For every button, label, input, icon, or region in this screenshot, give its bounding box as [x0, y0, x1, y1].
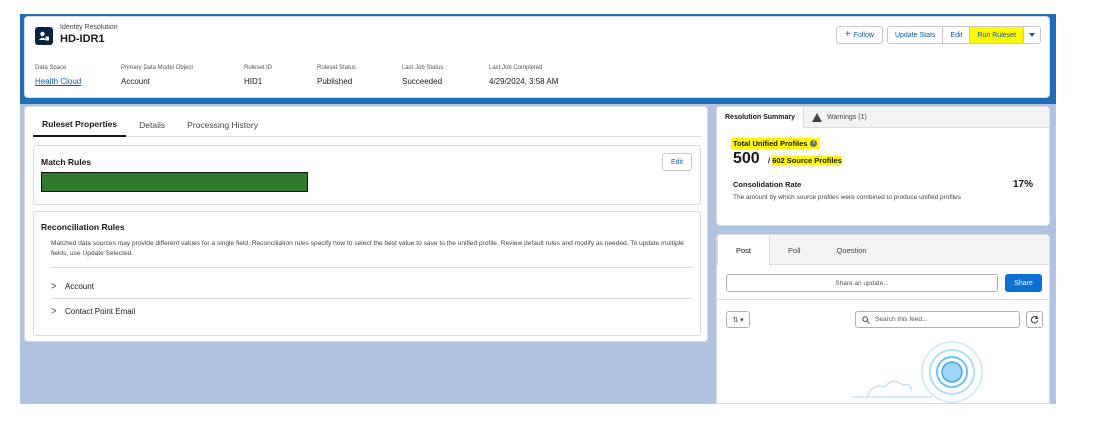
sort-dropdown[interactable]: ⇅ ▾	[726, 311, 750, 328]
accordion-label: Account	[65, 281, 94, 291]
object-type-label: Identity Resolution	[60, 24, 118, 31]
plus-icon: +	[844, 29, 851, 40]
match-rules-section: Match Rules Edit	[33, 145, 701, 205]
info-icon[interactable]: i	[810, 140, 818, 147]
tab-details[interactable]: Details	[130, 113, 174, 137]
edit-button[interactable]: Edit	[942, 26, 971, 44]
divider	[51, 267, 692, 268]
chevron-right-icon: >	[51, 305, 57, 317]
ruleset-tabs: Ruleset Properties Details Processing Hi…	[33, 113, 701, 137]
share-button[interactable]: Share	[1005, 274, 1042, 292]
divider	[717, 299, 1049, 300]
resolution-summary-card: Resolution Summary Warnings (1) Total Un…	[716, 106, 1050, 226]
data-space-link[interactable]: Health Cloud	[35, 77, 81, 86]
field-label: Ruleset Status	[317, 65, 357, 71]
source-profiles: / 602 Source Profiles	[768, 156, 842, 165]
tab-question[interactable]: Question	[819, 235, 885, 265]
record-header: Identity Resolution HD-IDR1 + Follow Upda…	[24, 16, 1050, 98]
search-feed-input[interactable]: Search this feed...	[855, 311, 1020, 328]
source-profiles-count: 602 Source Profiles	[772, 156, 842, 165]
total-label-text: Total Unified Profiles	[733, 139, 808, 148]
ruleset-main-card: Ruleset Properties Details Processing Hi…	[24, 106, 708, 342]
run-ruleset-button[interactable]: Run Ruleset	[969, 26, 1024, 44]
tab-resolution-summary[interactable]: Resolution Summary	[717, 107, 805, 128]
field-label: Primary Data Model Object	[121, 65, 194, 71]
field-label: Last Job Status	[402, 65, 444, 71]
search-icon	[862, 315, 870, 324]
tab-poll[interactable]: Poll	[770, 235, 819, 265]
consolidation-rate-value: 17%	[1012, 179, 1033, 190]
total-unified-profiles-value: 500	[733, 150, 760, 167]
chatter-feed-card: Post Poll Question Share an update... Sh…	[716, 234, 1050, 404]
record-title: HD-IDR1	[60, 33, 105, 45]
chevron-right-icon: >	[51, 280, 57, 292]
refresh-icon	[1030, 315, 1039, 324]
warning-icon	[812, 113, 823, 122]
refresh-button[interactable]	[1026, 311, 1043, 328]
empty-feed-illustration	[852, 341, 983, 403]
share-update-input[interactable]: Share an update...	[726, 274, 998, 292]
reconciliation-description: Matched data sources may provide differe…	[51, 240, 684, 257]
field-value: Account	[121, 77, 150, 86]
field-label: Data Space	[35, 65, 67, 71]
field-last-job-completed: Last Job Completed 4/29/2024, 3:58 AM	[489, 65, 558, 86]
accordion-label: Contact Point Email	[65, 306, 136, 316]
field-value: Succeeded	[402, 77, 443, 86]
reconciliation-rules-section: Reconciliation Rules Matched data source…	[33, 211, 701, 336]
update-stats-button[interactable]: Update Stats	[886, 26, 944, 44]
accordion-contact-point-email[interactable]: > Contact Point Email	[51, 305, 691, 317]
more-actions-dropdown[interactable]	[1023, 26, 1041, 44]
consolidation-description: The amount by which source profiles were…	[733, 194, 961, 201]
field-value: HID1	[244, 77, 263, 86]
tab-processing-history[interactable]: Processing History	[178, 113, 267, 137]
accordion-account[interactable]: > Account	[51, 280, 691, 292]
field-label: Ruleset ID	[244, 65, 273, 71]
tab-ruleset-properties[interactable]: Ruleset Properties	[33, 113, 127, 137]
field-primary-dmo: Primary Data Model Object Account	[121, 65, 193, 86]
follow-label: Follow	[853, 31, 874, 39]
header-actions: + Follow Update Stats Edit Run Ruleset	[835, 26, 1041, 44]
field-ruleset-status: Ruleset Status Published	[317, 65, 356, 86]
reconciliation-rules-title: Reconciliation Rules	[41, 222, 125, 232]
follow-button[interactable]: + Follow	[835, 26, 883, 44]
field-data-space: Data Space Health Cloud	[35, 65, 81, 86]
chevron-down-icon	[1029, 33, 1035, 37]
slash: /	[768, 156, 771, 165]
match-rules-title: Match Rules	[41, 157, 92, 167]
warnings-label: Warnings (1)	[827, 114, 867, 121]
match-rules-edit-button[interactable]: Edit	[662, 153, 692, 171]
summary-tabs: Resolution Summary Warnings (1)	[717, 107, 1049, 128]
feed-tabs: Post Poll Question	[717, 235, 1049, 266]
field-value: 4/29/2024, 3:58 AM	[489, 77, 559, 86]
search-placeholder: Search this feed...	[875, 316, 928, 323]
consolidation-rate-label: Consolidation Rate	[733, 180, 802, 189]
identity-resolution-icon	[35, 27, 53, 45]
tab-post[interactable]: Post	[717, 235, 771, 266]
field-ruleset-id: Ruleset ID HID1	[244, 65, 272, 86]
field-last-job-status: Last Job Status Succeeded	[402, 65, 443, 86]
redacted-block	[41, 172, 308, 192]
field-value: Published	[317, 77, 353, 86]
divider	[51, 298, 692, 299]
field-label: Last Job Completed	[489, 65, 543, 71]
tab-warnings[interactable]: Warnings (1)	[804, 107, 875, 128]
total-unified-profiles-label: Total Unified Profiles i	[731, 138, 820, 149]
